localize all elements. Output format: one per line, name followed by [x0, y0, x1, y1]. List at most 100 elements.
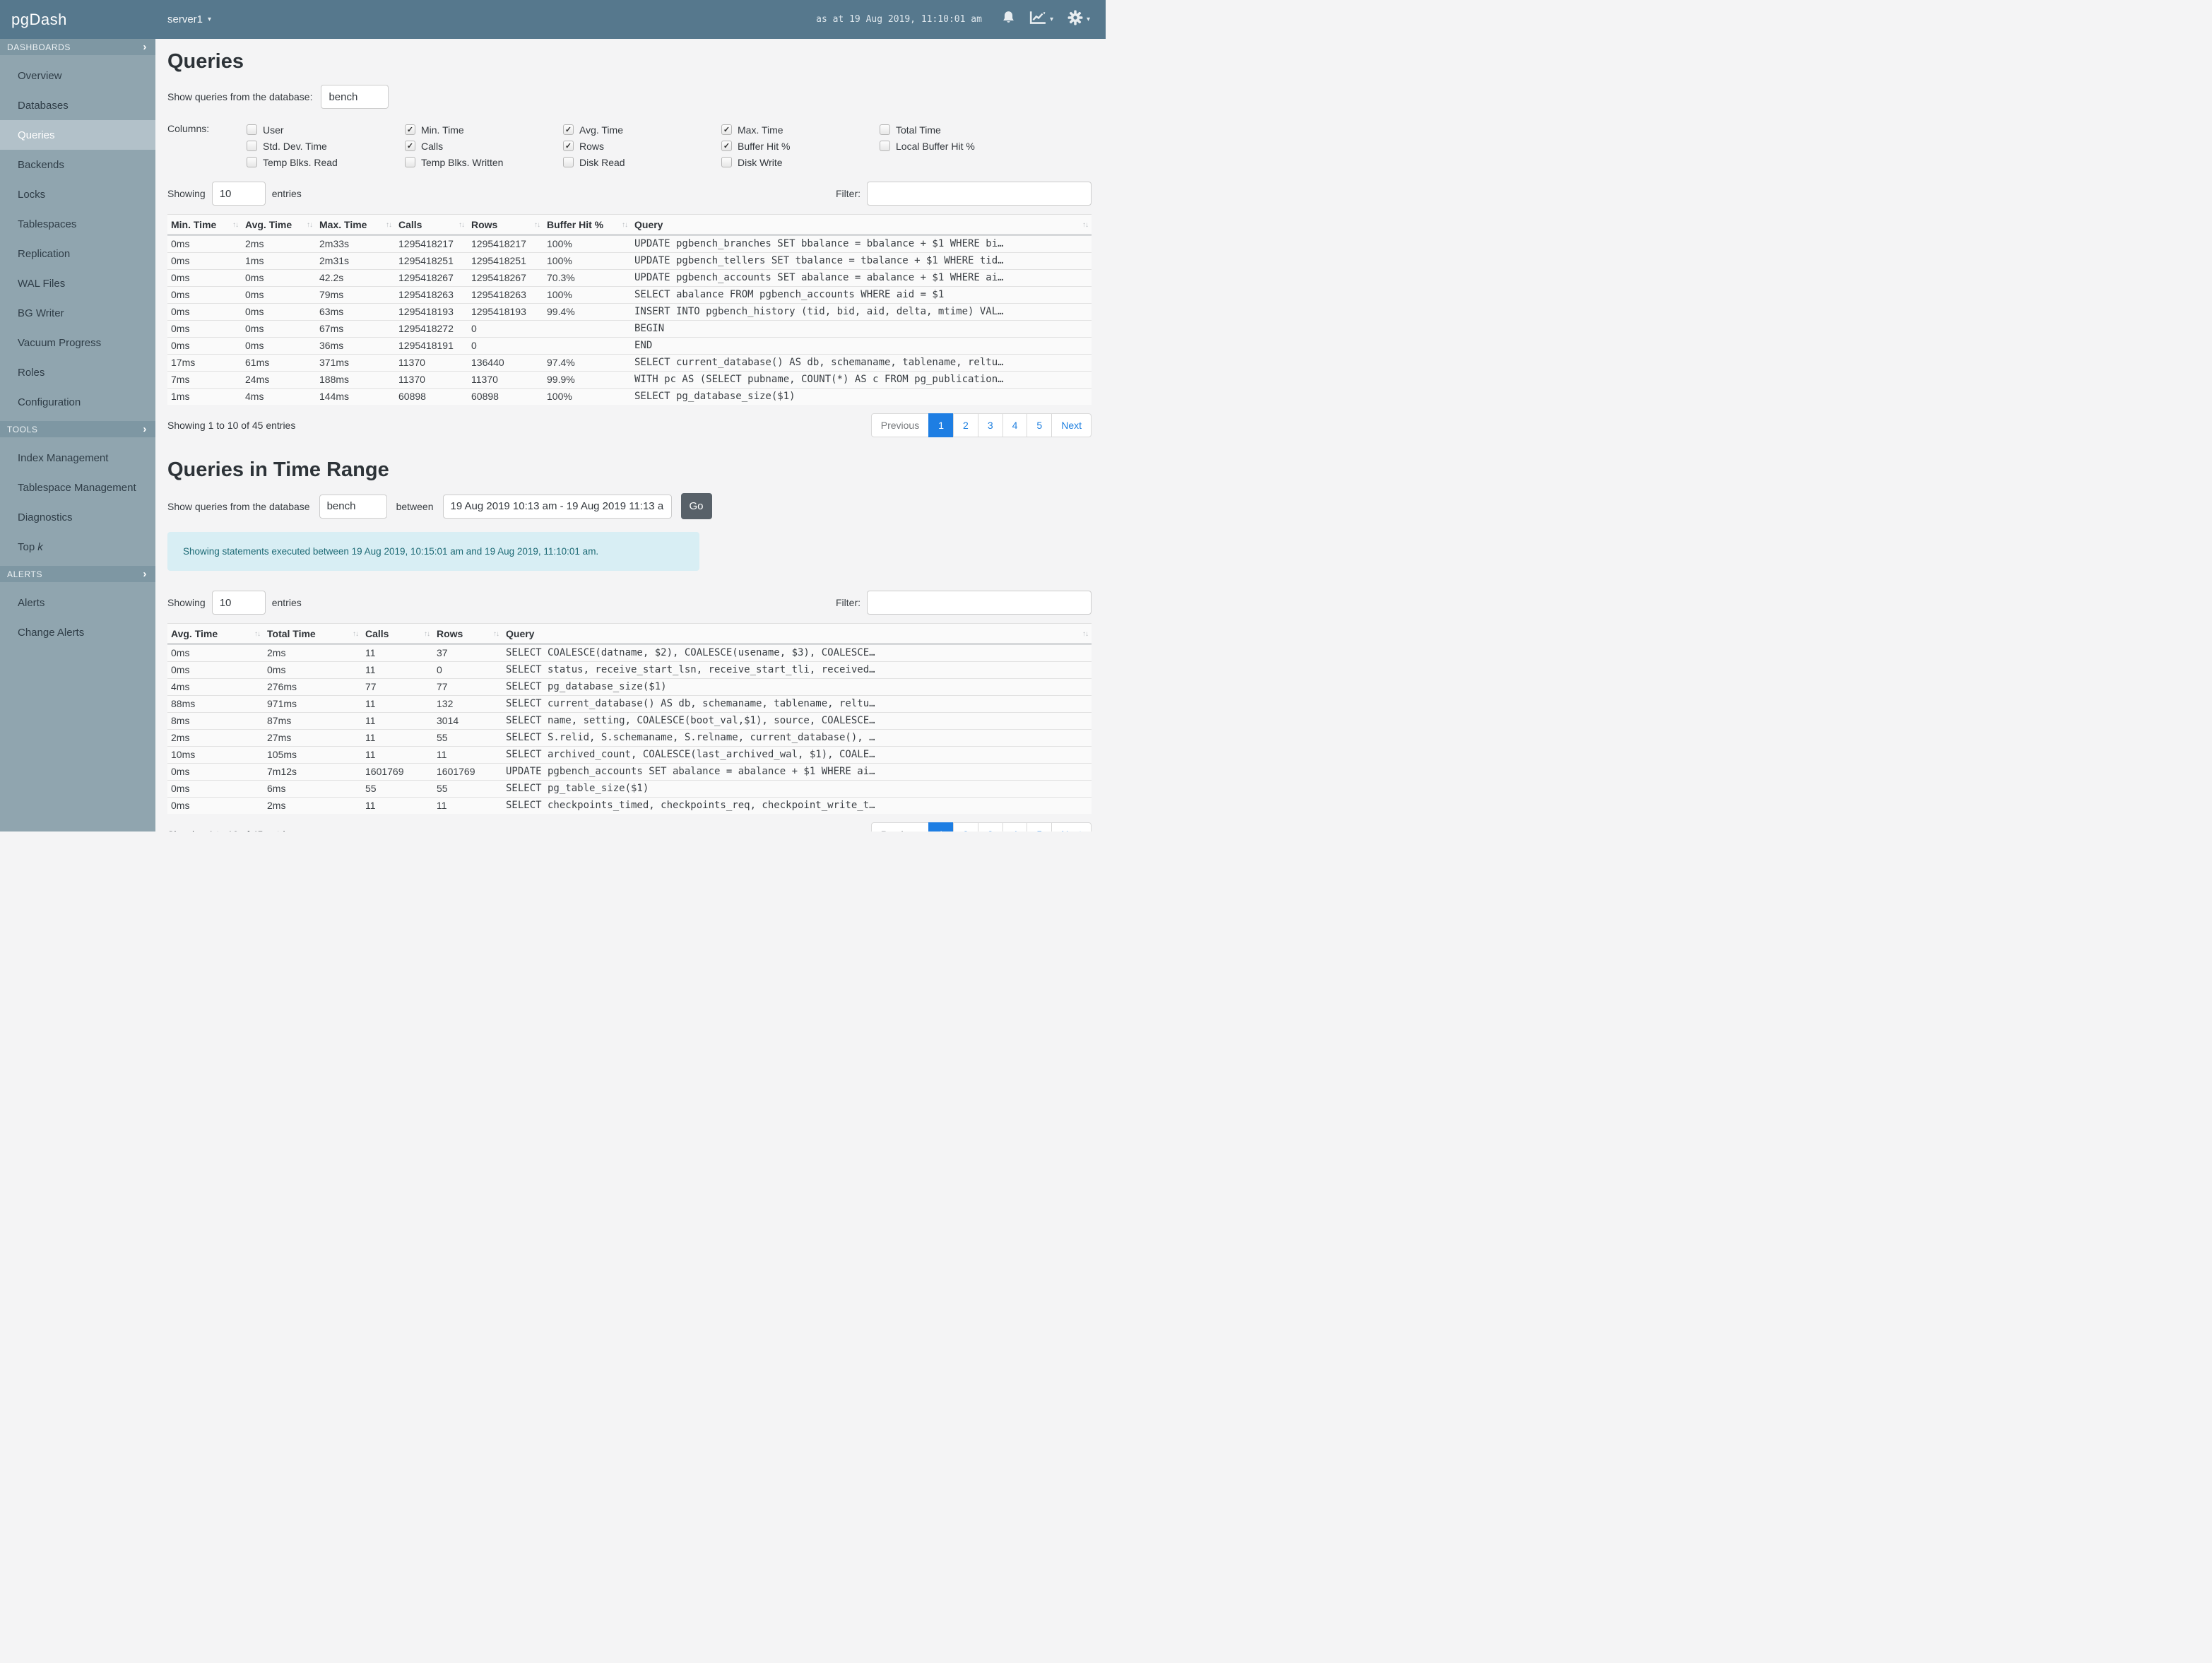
- go-button[interactable]: Go: [680, 493, 712, 519]
- sidebar-item-alerts[interactable]: Alerts: [0, 588, 155, 617]
- query-link[interactable]: END: [631, 337, 1092, 355]
- sort-icon[interactable]: ↑↓: [622, 221, 628, 229]
- sidebar-item-replication[interactable]: Replication: [0, 239, 155, 268]
- page-4-button[interactable]: 4: [1002, 413, 1028, 437]
- sort-icon[interactable]: ↑↓: [353, 630, 359, 638]
- page-next-button[interactable]: Next: [1051, 413, 1092, 437]
- query-link[interactable]: SELECT name, setting, COALESCE(boot_val,…: [502, 712, 1092, 730]
- brand-logo[interactable]: pgDash: [0, 11, 155, 29]
- sort-icon[interactable]: ↑↓: [307, 221, 313, 229]
- query-link[interactable]: SELECT pg_database_size($1): [502, 678, 1092, 696]
- page-2-button[interactable]: 2: [953, 822, 978, 832]
- sidebar-item-bg-writer[interactable]: BG Writer: [0, 298, 155, 328]
- checkbox[interactable]: [721, 141, 732, 151]
- notifications-button[interactable]: [1002, 11, 1015, 28]
- query-link[interactable]: UPDATE pgbench_branches SET bbalance = b…: [631, 235, 1092, 253]
- checkbox[interactable]: [405, 141, 415, 151]
- query-link[interactable]: SELECT pg_database_size($1): [631, 388, 1092, 405]
- sort-icon[interactable]: ↑↓: [254, 630, 261, 638]
- query-link[interactable]: SELECT pg_table_size($1): [502, 780, 1092, 798]
- query-link[interactable]: SELECT current_database() AS db, scheman…: [502, 695, 1092, 713]
- checkbox[interactable]: [405, 157, 415, 167]
- sort-icon[interactable]: ↑↓: [1082, 221, 1089, 229]
- column-header-buffer-hit[interactable]: Buffer Hit % ↑↓: [543, 214, 631, 236]
- time-range-input[interactable]: [442, 494, 672, 519]
- entries-input[interactable]: [211, 182, 266, 206]
- sort-icon[interactable]: ↑↓: [459, 221, 465, 229]
- sidebar-item-diagnostics[interactable]: Diagnostics: [0, 502, 155, 532]
- sidebar-item-tablespace-management[interactable]: Tablespace Management: [0, 473, 155, 502]
- page-1-button[interactable]: 1: [928, 822, 954, 832]
- sidebar-item-databases[interactable]: Databases: [0, 90, 155, 120]
- column-checkbox-buffer-hit[interactable]: Buffer Hit %: [721, 138, 880, 154]
- sidebar-item-backends[interactable]: Backends: [0, 150, 155, 179]
- sidebar-item-tablespaces[interactable]: Tablespaces: [0, 209, 155, 239]
- column-checkbox-disk-read[interactable]: Disk Read: [563, 154, 721, 170]
- checkbox[interactable]: [880, 141, 890, 151]
- checkbox[interactable]: [721, 124, 732, 135]
- sidebar-item-locks[interactable]: Locks: [0, 179, 155, 209]
- checkbox[interactable]: [405, 124, 415, 135]
- sidebar-item-wal-files[interactable]: WAL Files: [0, 268, 155, 298]
- page-next-button[interactable]: Next: [1051, 822, 1092, 832]
- query-link[interactable]: SELECT archived_count, COALESCE(last_arc…: [502, 746, 1092, 764]
- query-link[interactable]: SELECT abalance FROM pgbench_accounts WH…: [631, 286, 1092, 304]
- checkbox[interactable]: [563, 124, 574, 135]
- sort-icon[interactable]: ↑↓: [534, 221, 540, 229]
- column-header-rows[interactable]: Rows ↑↓: [468, 214, 543, 236]
- sort-icon[interactable]: ↑↓: [493, 630, 499, 638]
- column-checkbox-std-dev-time[interactable]: Std. Dev. Time: [247, 138, 405, 154]
- sort-icon[interactable]: ↑↓: [232, 221, 239, 229]
- column-checkbox-temp-blks-written[interactable]: Temp Blks. Written: [405, 154, 563, 170]
- sort-icon[interactable]: ↑↓: [424, 630, 430, 638]
- query-link[interactable]: SELECT S.relid, S.schemaname, S.relname,…: [502, 729, 1092, 747]
- column-header-calls[interactable]: Calls ↑↓: [395, 214, 468, 236]
- sidebar-item-overview[interactable]: Overview: [0, 61, 155, 90]
- page-5-button[interactable]: 5: [1027, 413, 1053, 437]
- column-header-avg-time[interactable]: Avg. Time ↑↓: [167, 623, 264, 645]
- checkbox[interactable]: [563, 157, 574, 167]
- column-header-query[interactable]: Query ↑↓: [502, 623, 1092, 645]
- server-selector[interactable]: server1 ▾: [167, 13, 211, 25]
- query-link[interactable]: SELECT checkpoints_timed, checkpoints_re…: [502, 797, 1092, 814]
- column-checkbox-avg-time[interactable]: Avg. Time: [563, 122, 721, 138]
- time-range-database-input[interactable]: [319, 494, 387, 519]
- column-checkbox-calls[interactable]: Calls: [405, 138, 563, 154]
- column-header-calls[interactable]: Calls ↑↓: [362, 623, 433, 645]
- sidebar-item-roles[interactable]: Roles: [0, 357, 155, 387]
- database-input[interactable]: [321, 85, 389, 109]
- filter-input[interactable]: [867, 182, 1092, 206]
- page-1-button[interactable]: 1: [928, 413, 954, 437]
- charts-menu-button[interactable]: ▾: [1029, 11, 1053, 29]
- sidebar-item-top-k[interactable]: Top k: [0, 532, 155, 562]
- query-link[interactable]: WITH pc AS (SELECT pubname, COUNT(*) AS …: [631, 371, 1092, 389]
- column-header-min-time[interactable]: Min. Time ↑↓: [167, 214, 242, 236]
- query-link[interactable]: UPDATE pgbench_accounts SET abalance = a…: [502, 763, 1092, 781]
- checkbox[interactable]: [880, 124, 890, 135]
- column-checkbox-min-time[interactable]: Min. Time: [405, 122, 563, 138]
- column-checkbox-disk-write[interactable]: Disk Write: [721, 154, 880, 170]
- query-link[interactable]: SELECT status, receive_start_lsn, receiv…: [502, 661, 1092, 679]
- column-checkbox-max-time[interactable]: Max. Time: [721, 122, 880, 138]
- query-link[interactable]: SELECT COALESCE(datname, $2), COALESCE(u…: [502, 644, 1092, 662]
- sidebar-item-change-alerts[interactable]: Change Alerts: [0, 617, 155, 647]
- checkbox[interactable]: [247, 157, 257, 167]
- column-header-max-time[interactable]: Max. Time ↑↓: [316, 214, 395, 236]
- sidebar-item-queries[interactable]: Queries: [0, 120, 155, 150]
- checkbox[interactable]: [563, 141, 574, 151]
- checkbox[interactable]: [721, 157, 732, 167]
- column-checkbox-rows[interactable]: Rows: [563, 138, 721, 154]
- sort-icon[interactable]: ↑↓: [1082, 630, 1089, 638]
- column-checkbox-total-time[interactable]: Total Time: [880, 122, 1038, 138]
- column-checkbox-temp-blks-read[interactable]: Temp Blks. Read: [247, 154, 405, 170]
- settings-menu-button[interactable]: ▾: [1067, 10, 1090, 29]
- column-checkbox-user[interactable]: User: [247, 122, 405, 138]
- sort-icon[interactable]: ↑↓: [386, 221, 392, 229]
- sidebar-section-dashboards[interactable]: DASHBOARDS ›: [0, 39, 155, 55]
- checkbox[interactable]: [247, 124, 257, 135]
- column-header-total-time[interactable]: Total Time ↑↓: [264, 623, 362, 645]
- query-link[interactable]: BEGIN: [631, 320, 1092, 338]
- column-header-rows[interactable]: Rows ↑↓: [433, 623, 502, 645]
- page-4-button[interactable]: 4: [1002, 822, 1028, 832]
- checkbox[interactable]: [247, 141, 257, 151]
